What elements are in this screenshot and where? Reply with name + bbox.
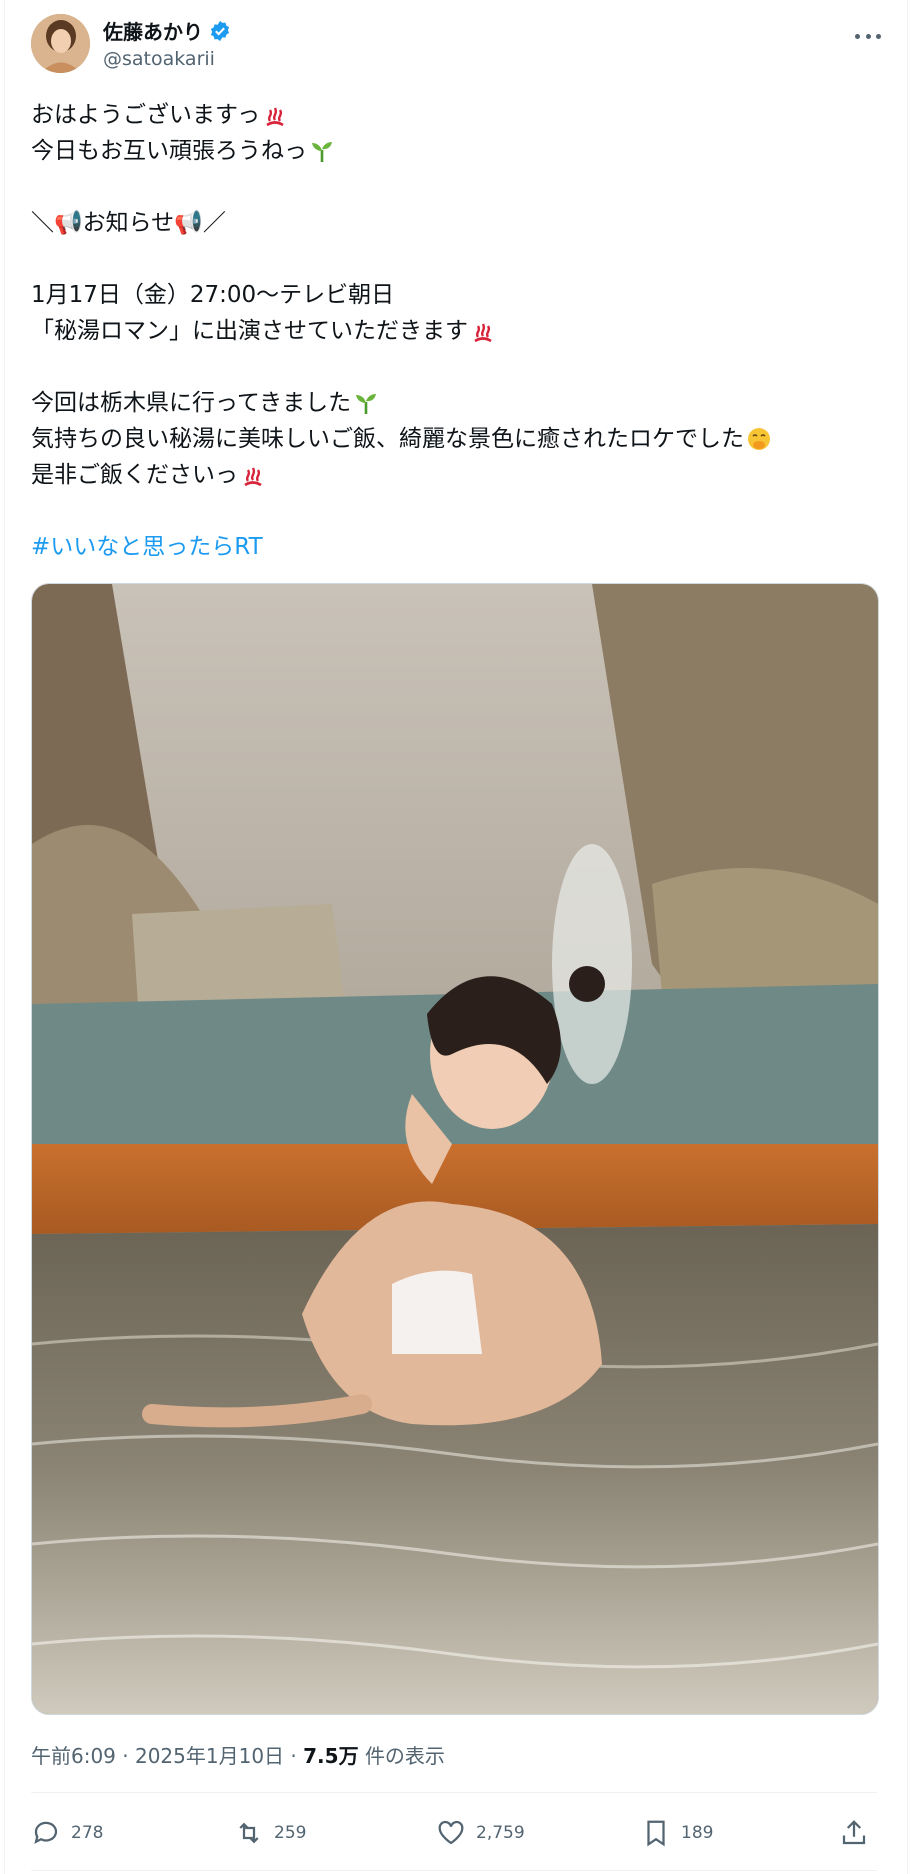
views-label: 件の表示 bbox=[364, 1744, 445, 1768]
hot-springs-icon bbox=[266, 107, 284, 127]
seedling-icon bbox=[312, 142, 332, 162]
divider bbox=[31, 1792, 877, 1793]
reply-icon bbox=[34, 1821, 58, 1844]
repost-button[interactable]: 259 bbox=[234, 1810, 306, 1856]
bookmark-icon bbox=[647, 1820, 665, 1847]
more-dots-icon[interactable] bbox=[855, 26, 881, 46]
views-count: 7.5万 bbox=[303, 1744, 359, 1768]
like-button[interactable]: 2,759 bbox=[436, 1810, 525, 1856]
share-button[interactable] bbox=[839, 1810, 869, 1856]
reply-button[interactable]: 278 bbox=[31, 1810, 103, 1856]
hot-springs-icon bbox=[244, 467, 262, 487]
divider bbox=[31, 1870, 877, 1871]
hot-springs-icon bbox=[474, 323, 492, 343]
heart-icon bbox=[438, 1820, 464, 1845]
bookmark-count: 189 bbox=[681, 1823, 714, 1843]
text-line: おはようございますっ bbox=[31, 97, 891, 133]
text-line: 「秘湯ロマン」に出演させていただきます bbox=[31, 313, 891, 349]
like-count: 2,759 bbox=[476, 1823, 525, 1843]
verified-badge-icon bbox=[210, 20, 230, 41]
text-line: ＼📢お知らせ📢／ bbox=[31, 210, 226, 236]
bookmark-button[interactable]: 189 bbox=[641, 1810, 713, 1856]
author-handle[interactable]: @satoakarii bbox=[103, 48, 215, 70]
repost-icon bbox=[239, 1822, 259, 1844]
share-icon bbox=[842, 1820, 866, 1845]
timestamp[interactable]: 午前6:09 · 2025年1月10日 · bbox=[31, 1744, 297, 1768]
post-meta: 午前6:09 · 2025年1月10日 · 7.5万 件の表示 bbox=[31, 1740, 445, 1769]
post-text: おはようございますっ 今日もお互い頑張ろうねっ ＼📢お知らせ📢／ 1月17日（金… bbox=[31, 97, 891, 565]
face-with-hand-over-mouth-icon bbox=[748, 428, 770, 450]
seedling-icon bbox=[356, 394, 377, 414]
text-line: 今回は栃木県に行ってきました bbox=[31, 385, 891, 421]
text-line: 1月17日（金）27:00〜テレビ朝日 bbox=[31, 282, 395, 308]
reply-count: 278 bbox=[71, 1823, 104, 1843]
post-header: 佐藤あかり @satoakarii bbox=[31, 14, 881, 76]
text-line: 今日もお互い頑張ろうねっ bbox=[31, 133, 891, 169]
author-name[interactable]: 佐藤あかり bbox=[103, 16, 203, 45]
hashtag-link[interactable]: #いいなと思ったらRT bbox=[31, 529, 263, 565]
avatar[interactable] bbox=[31, 14, 90, 73]
text-line: 是非ご飯くださいっ bbox=[31, 457, 891, 493]
repost-count: 259 bbox=[274, 1823, 307, 1843]
action-bar: 278 259 2,759 189 bbox=[31, 1810, 877, 1856]
text-line: 気持ちの良い秘湯に美味しいご飯、綺麗な景色に癒されたロケでした bbox=[31, 421, 891, 457]
post-photo[interactable] bbox=[31, 583, 879, 1715]
